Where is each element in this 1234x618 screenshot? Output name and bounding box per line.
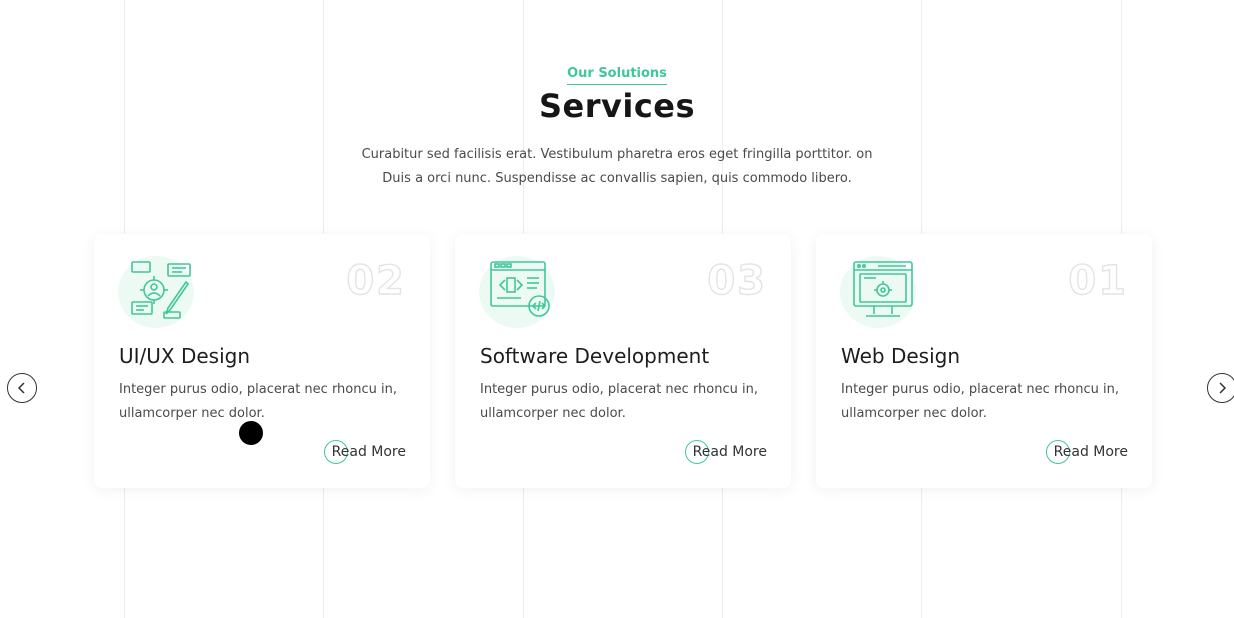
read-more-label: Read More [331, 444, 406, 460]
ui-ux-design-icon [118, 256, 194, 328]
card-number: 01 [1068, 257, 1128, 304]
chevron-left-icon [17, 382, 25, 394]
section-eyebrow: Our Solutions [567, 66, 667, 85]
card-number: 03 [707, 257, 767, 304]
read-more-link[interactable]: Read More [684, 440, 767, 464]
service-card-web-design: 01 Web Design Integer purus odio, placer… [816, 234, 1152, 488]
section-description: Curabitur sed facilisis erat. Vestibulum… [361, 147, 873, 186]
read-more-label: Read More [1053, 444, 1128, 460]
card-title: Web Design [841, 344, 961, 368]
card-description: Integer purus odio, placerat nec rhoncu … [119, 382, 397, 421]
card-description: Integer purus odio, placerat nec rhoncu … [841, 382, 1119, 421]
software-development-icon [479, 256, 555, 328]
service-card-ui-ux: 02 UI/UX Design Integer purus odio, plac… [94, 234, 430, 488]
read-more-link[interactable]: Read More [1045, 440, 1128, 464]
read-more-link[interactable]: Read More [323, 440, 406, 464]
service-card-software-development: 03 Software Development Integer purus od… [455, 234, 791, 488]
carousel-prev-button[interactable] [7, 373, 37, 403]
web-design-icon [840, 256, 916, 328]
read-more-label: Read More [692, 444, 767, 460]
section-title: Services [538, 87, 696, 125]
card-title: Software Development [480, 344, 710, 368]
carousel-next-button[interactable] [1207, 373, 1234, 403]
cursor-dot [239, 421, 263, 445]
card-number: 02 [346, 257, 406, 304]
card-title: UI/UX Design [119, 344, 251, 368]
chevron-right-icon [1219, 382, 1227, 394]
services-header: Our Solutions Services Curabitur sed fac… [0, 62, 1234, 191]
card-description: Integer purus odio, placerat nec rhoncu … [480, 382, 758, 421]
